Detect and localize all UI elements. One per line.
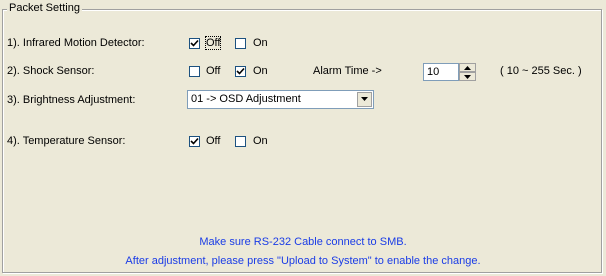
- arrow-down-icon: [464, 75, 471, 79]
- temperature-off-label[interactable]: Off: [206, 135, 220, 147]
- note-line-1: Make sure RS-232 Cable connect to SMB.: [199, 236, 407, 248]
- shock-off-label[interactable]: Off: [206, 65, 220, 77]
- temperature-on-checkbox[interactable]: [235, 136, 246, 147]
- arrow-up-icon: [464, 66, 471, 70]
- brightness-selected-value: 01 -> OSD Adjustment: [191, 93, 301, 105]
- brightness-label: 3). Brightness Adjustment:: [7, 94, 136, 106]
- checkmark-icon: [190, 39, 199, 47]
- shock-on-label[interactable]: On: [253, 65, 268, 77]
- temperature-off-checkbox[interactable]: [189, 136, 200, 147]
- dropdown-button[interactable]: [357, 92, 372, 107]
- chevron-down-icon: [361, 97, 368, 101]
- infrared-on-label[interactable]: On: [253, 37, 268, 49]
- shock-label: 2). Shock Sensor:: [7, 65, 95, 77]
- infrared-label: 1). Infrared Motion Detector:: [7, 37, 145, 49]
- infrared-off-label[interactable]: Off: [204, 36, 222, 50]
- brightness-select[interactable]: 01 -> OSD Adjustment: [187, 90, 374, 109]
- shock-off-checkbox[interactable]: [189, 66, 200, 77]
- checkmark-icon: [236, 67, 245, 75]
- group-title: Packet Setting: [7, 2, 82, 14]
- temperature-on-label[interactable]: On: [253, 135, 268, 147]
- note-line-2: After adjustment, please press "Upload t…: [125, 255, 481, 267]
- spin-up-button[interactable]: [459, 63, 476, 72]
- temperature-label: 4). Temperature Sensor:: [7, 135, 126, 147]
- alarm-time-label: Alarm Time ->: [313, 65, 382, 77]
- infrared-off-checkbox[interactable]: [189, 38, 200, 49]
- infrared-on-checkbox[interactable]: [235, 38, 246, 49]
- spin-down-button[interactable]: [459, 72, 476, 81]
- alarm-range-label: ( 10 ~ 255 Sec. ): [500, 65, 582, 77]
- shock-on-checkbox[interactable]: [235, 66, 246, 77]
- checkmark-icon: [190, 137, 199, 145]
- alarm-time-input[interactable]: 10: [423, 63, 459, 81]
